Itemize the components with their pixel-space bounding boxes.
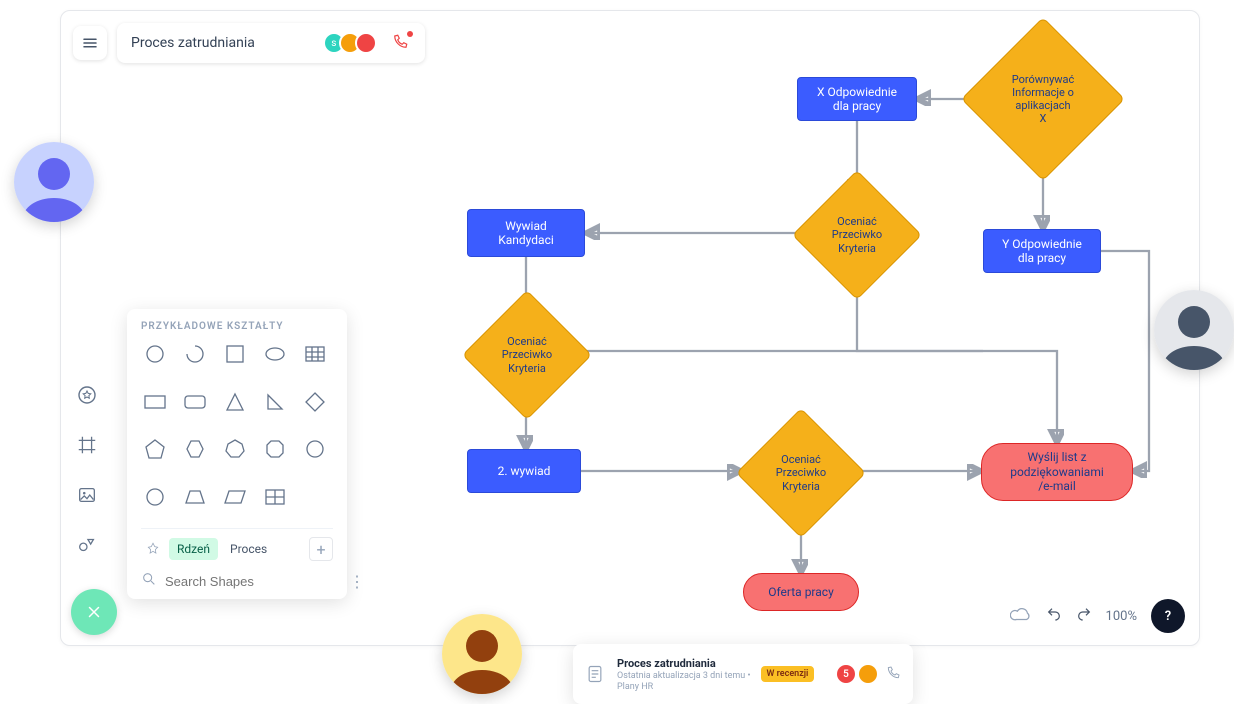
image-tool-button[interactable] <box>73 481 101 509</box>
node-label: WywiadKandydaci <box>498 219 554 248</box>
bottom-right-tools: 100% ? <box>1010 599 1185 633</box>
shapes-panel-heading: PRZYKŁADOWE KSZTAŁTY <box>141 321 333 332</box>
close-panel-fab[interactable] <box>71 589 117 635</box>
node-label: OceniaćPrzeciwkoKryteria <box>755 427 847 519</box>
shapes-panel: PRZYKŁADOWE KSZTAŁTY Rdzeń Pro <box>127 309 347 599</box>
more-icon[interactable]: ⋮ <box>349 572 365 591</box>
collaborator-avatar-1[interactable] <box>14 142 94 222</box>
tab-core[interactable]: Rdzeń <box>169 538 218 560</box>
shape-table[interactable] <box>301 340 329 368</box>
node-evaluate-1[interactable]: OceniaćPrzeciwkoKryteria <box>811 189 903 281</box>
node-label: PorównywaćInformacje oaplikacjachX <box>985 41 1101 157</box>
summary-title: Proces zatrudniania <box>617 657 751 670</box>
node-label: Wyślij list zpodziękowaniami /e-mail <box>1010 450 1104 493</box>
summary-meta: Proces zatrudniania Ostatnia aktualizacj… <box>617 657 751 692</box>
hamburger-icon <box>81 34 99 52</box>
shape-trapezoid[interactable] <box>181 483 209 511</box>
shapes-tabs: Rdzeń Proces + <box>141 528 333 561</box>
undo-button[interactable] <box>1046 606 1062 626</box>
shape-parallelogram[interactable] <box>221 483 249 511</box>
shape-square[interactable] <box>221 340 249 368</box>
collaborator-avatar-2[interactable] <box>1154 290 1234 370</box>
node-y-suitable[interactable]: Y Odpowiedniedla pracy <box>983 229 1101 273</box>
node-offer[interactable]: Oferta pracy <box>743 573 859 611</box>
collaborator-avatar-3[interactable] <box>442 614 522 694</box>
document-summary-card[interactable]: Proces zatrudniania Ostatnia aktualizacj… <box>573 644 913 704</box>
shapes-tool-button[interactable] <box>73 381 101 409</box>
document-icon <box>585 663 607 685</box>
summary-subtitle2: Plany HR <box>617 682 751 692</box>
node-evaluate-2[interactable]: OceniaćPrzeciwkoKryteria <box>481 309 573 401</box>
node-interview[interactable]: WywiadKandydaci <box>467 209 585 257</box>
node-evaluate-3[interactable]: OceniaćPrzeciwkoKryteria <box>755 427 847 519</box>
shape-decagon[interactable] <box>141 483 169 511</box>
call-icon[interactable] <box>391 33 411 53</box>
node-compare[interactable]: PorównywaćInformacje oaplikacjachX <box>985 41 1101 157</box>
summary-subtitle: Ostatnia aktualizacja 3 dni temu • <box>617 671 751 681</box>
title-pill[interactable]: Proces zatrudniania s <box>117 23 425 63</box>
shape-triangle[interactable] <box>221 388 249 416</box>
cloud-sync-icon[interactable] <box>1010 606 1032 626</box>
zoom-level[interactable]: 100% <box>1106 609 1137 624</box>
shape-right-triangle[interactable] <box>261 388 289 416</box>
shape-hexagon[interactable] <box>181 435 209 463</box>
node-label: OceniaćPrzeciwkoKryteria <box>481 309 573 401</box>
node-label: Y Odpowiedniedla pracy <box>1002 237 1082 266</box>
collaborator-avatars[interactable]: s <box>323 32 377 54</box>
node-second-interview[interactable]: 2. wywiad <box>467 449 581 493</box>
node-x-suitable[interactable]: X Odpowiedniedla pracy <box>797 77 917 121</box>
avatar <box>859 665 877 683</box>
shape-grid <box>141 340 333 524</box>
shape-ellipse[interactable] <box>261 340 289 368</box>
notification-dot-icon <box>407 31 413 37</box>
node-send-thanks[interactable]: Wyślij list zpodziękowaniami /e-mail <box>981 443 1133 501</box>
canvas-frame: Proces zatrudniania s <box>60 10 1200 646</box>
draw-tool-button[interactable] <box>73 531 101 559</box>
shape-grid[interactable] <box>261 483 289 511</box>
node-label: OceniaćPrzeciwkoKryteria <box>811 189 903 281</box>
close-icon <box>85 603 103 621</box>
help-button[interactable]: ? <box>1151 599 1185 633</box>
status-badge: W recenzji <box>761 666 815 682</box>
shape-rounded-rect[interactable] <box>181 388 209 416</box>
notification-count[interactable]: 5 <box>837 665 855 683</box>
frame-tool-button[interactable] <box>73 431 101 459</box>
shape-rect[interactable] <box>141 388 169 416</box>
search-icon <box>141 571 157 591</box>
top-bar: Proces zatrudniania s <box>73 23 425 63</box>
call-icon[interactable] <box>885 665 901 684</box>
shape-search: ⋮ <box>141 561 333 591</box>
redo-button[interactable] <box>1076 606 1092 626</box>
pin-icon[interactable] <box>141 537 165 561</box>
shape-arc[interactable] <box>181 340 209 368</box>
add-tab-button[interactable]: + <box>309 537 333 561</box>
left-toolbar <box>73 381 101 559</box>
shape-octagon[interactable] <box>261 435 289 463</box>
document-title: Proces zatrudniania <box>131 35 255 51</box>
shape-diamond[interactable] <box>301 388 329 416</box>
avatar <box>355 32 377 54</box>
node-label: 2. wywiad <box>498 464 551 478</box>
shape-pentagon[interactable] <box>141 435 169 463</box>
node-label: Oferta pracy <box>768 585 834 599</box>
shape-circle[interactable] <box>141 340 169 368</box>
hamburger-menu-button[interactable] <box>73 26 107 60</box>
node-label: X Odpowiedniedla pracy <box>817 85 897 114</box>
tab-process[interactable]: Proces <box>222 538 275 560</box>
shape-nonagon[interactable] <box>301 435 329 463</box>
shape-heptagon[interactable] <box>221 435 249 463</box>
shape-search-input[interactable] <box>165 574 341 589</box>
